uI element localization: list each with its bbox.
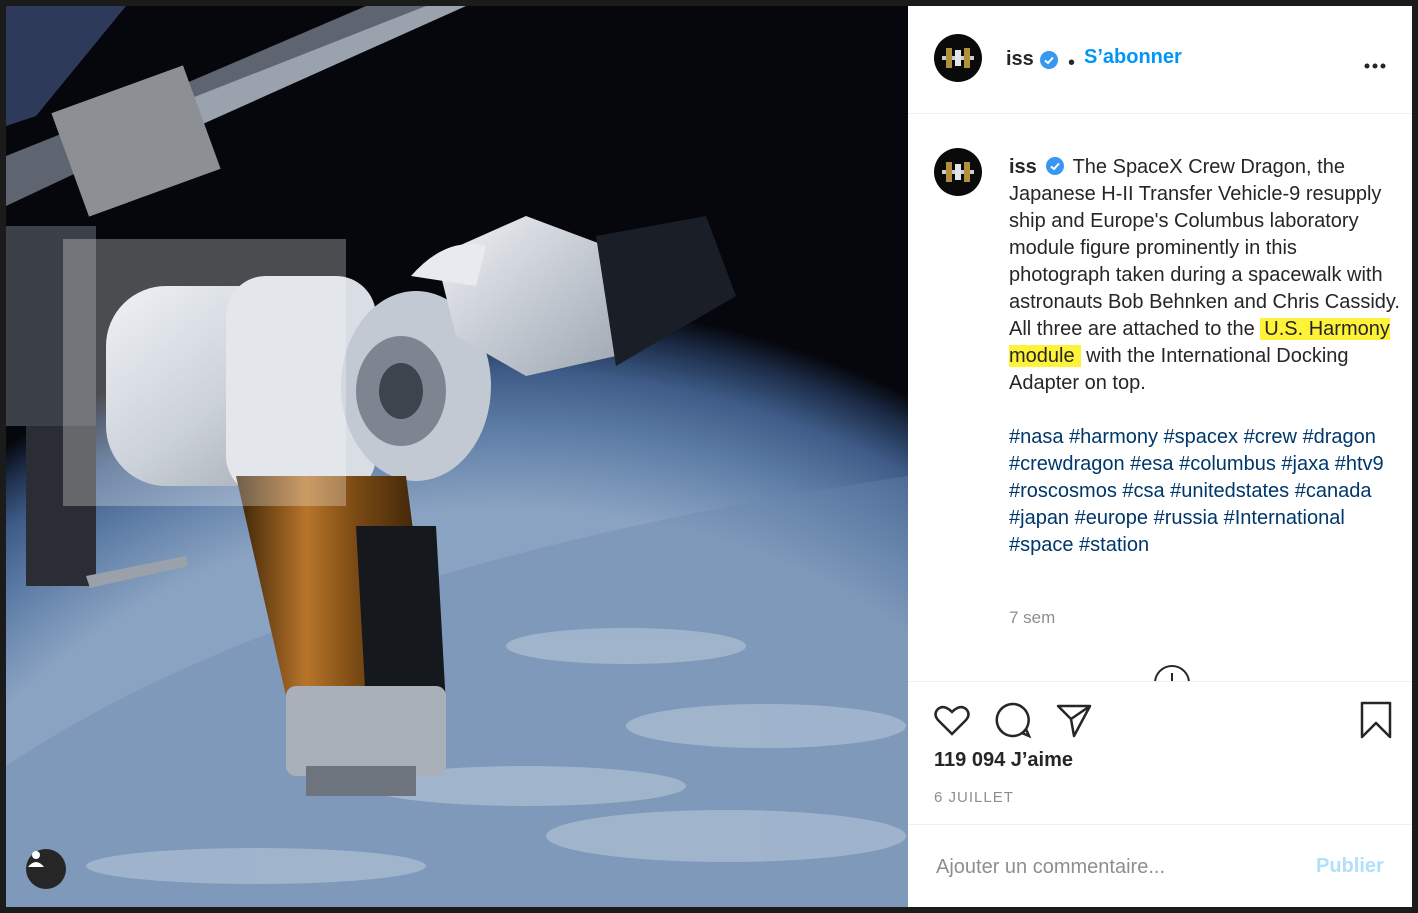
like-count[interactable]: 119 094 J’aime — [934, 749, 1073, 772]
comments-section[interactable]: iss The SpaceX Crew Dragon, the Japanese… — [908, 114, 1412, 681]
user-icon — [28, 851, 44, 867]
caption-username[interactable]: iss — [1009, 156, 1037, 178]
avatar[interactable] — [934, 34, 982, 82]
verified-badge-icon — [1046, 157, 1065, 175]
post-date: 6 JUILLET — [934, 789, 1014, 806]
post-dialog: iss • S’abonner iss The SpaceX Crew Drag… — [6, 6, 1412, 907]
verified-badge-icon — [1040, 51, 1058, 69]
paper-plane-icon[interactable] — [1054, 700, 1094, 740]
load-more-comments-button[interactable] — [1154, 665, 1190, 681]
comment-bar: Publier — [908, 824, 1412, 907]
post-username[interactable]: iss — [1006, 48, 1034, 71]
comment-bubble-icon[interactable] — [993, 700, 1033, 740]
caption-avatar[interactable] — [934, 148, 982, 196]
iss-logo-icon — [942, 48, 974, 68]
hashtag-list[interactable]: #nasa #harmony #spacex #crew #dragon #cr… — [1009, 424, 1401, 559]
comment-input[interactable] — [936, 853, 1296, 881]
follow-button[interactable]: S’abonner — [1084, 46, 1182, 69]
caption-text: The SpaceX Crew Dragon, the Japanese H-I… — [1009, 156, 1400, 340]
post-caption: iss The SpaceX Crew Dragon, the Japanese… — [1009, 154, 1401, 559]
post-age: 7 sem — [1009, 608, 1056, 627]
post-photo[interactable] — [6, 6, 908, 907]
post-sidebar: iss • S’abonner iss The SpaceX Crew Drag… — [908, 6, 1412, 907]
plus-circle-icon — [1171, 673, 1173, 681]
heart-icon[interactable] — [932, 700, 972, 740]
bookmark-icon[interactable] — [1356, 700, 1396, 740]
header-separator: • — [1068, 52, 1076, 74]
more-options-button[interactable] — [1363, 50, 1387, 76]
space-station-photo — [6, 6, 908, 907]
post-actions: 119 094 J’aime 6 JUILLET — [908, 681, 1412, 824]
post-header: iss • S’abonner — [908, 6, 1412, 114]
publish-button[interactable]: Publier — [1316, 855, 1384, 878]
iss-logo-icon — [942, 162, 974, 182]
more-dots-icon — [1364, 63, 1386, 69]
tagged-users-button[interactable] — [26, 849, 66, 889]
